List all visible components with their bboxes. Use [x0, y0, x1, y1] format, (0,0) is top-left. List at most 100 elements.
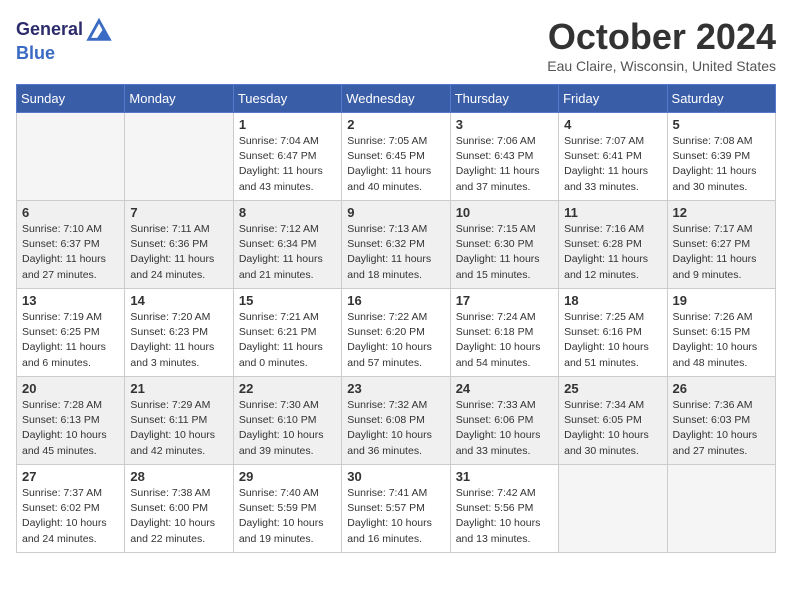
day-number: 31 — [456, 469, 553, 484]
day-number: 26 — [673, 381, 770, 396]
day-number: 2 — [347, 117, 444, 132]
day-header-tuesday: Tuesday — [233, 85, 341, 113]
calendar-week-3: 13Sunrise: 7:19 AMSunset: 6:25 PMDayligh… — [17, 289, 776, 377]
calendar-week-1: 1 Sunrise: 7:04 AMSunset: 6:47 PMDaylight… — [17, 113, 776, 201]
day-number: 9 — [347, 205, 444, 220]
day-info: Sunrise: 7:34 AMSunset: 6:05 PMDaylight:… — [564, 398, 661, 459]
day-number: 23 — [347, 381, 444, 396]
calendar-header-row: SundayMondayTuesdayWednesdayThursdayFrid… — [17, 85, 776, 113]
day-info: Sunrise: 7:36 AMSunset: 6:03 PMDaylight:… — [673, 398, 770, 459]
calendar-cell: 27 Sunrise: 7:37 AMSunset: 6:02 PMDayligh… — [17, 465, 125, 553]
day-info: Sunrise: 7:08 AMSunset: 6:39 PMDaylight:… — [673, 134, 770, 195]
day-number: 17 — [456, 293, 553, 308]
day-header-sunday: Sunday — [17, 85, 125, 113]
day-info: Sunrise: 7:20 AMSunset: 6:23 PMDaylight:… — [130, 310, 227, 371]
day-info: Sunrise: 7:40 AMSunset: 5:59 PMDaylight:… — [239, 486, 336, 547]
logo-icon — [85, 16, 113, 44]
day-number: 12 — [673, 205, 770, 220]
day-info: Sunrise: 7:07 AMSunset: 6:41 PMDaylight:… — [564, 134, 661, 195]
calendar-cell: 28 Sunrise: 7:38 AMSunset: 6:00 PMDayligh… — [125, 465, 233, 553]
day-number: 1 — [239, 117, 336, 132]
day-header-thursday: Thursday — [450, 85, 558, 113]
calendar-cell: 6 Sunrise: 7:10 AMSunset: 6:37 PMDaylight… — [17, 201, 125, 289]
calendar-week-5: 27 Sunrise: 7:37 AMSunset: 6:02 PMDayligh… — [17, 465, 776, 553]
day-info: Sunrise: 7:26 AMSunset: 6:15 PMDaylight:… — [673, 310, 770, 371]
calendar-cell: 16Sunrise: 7:22 AMSunset: 6:20 PMDayligh… — [342, 289, 450, 377]
day-info: Sunrise: 7:24 AMSunset: 6:18 PMDaylight:… — [456, 310, 553, 371]
day-info: Sunrise: 7:22 AMSunset: 6:20 PMDaylight:… — [347, 310, 444, 371]
day-number: 6 — [22, 205, 119, 220]
calendar-cell: 20 Sunrise: 7:28 AMSunset: 6:13 PMDayligh… — [17, 377, 125, 465]
logo-text: General Blue — [16, 16, 113, 64]
calendar-cell: 18Sunrise: 7:25 AMSunset: 6:16 PMDayligh… — [559, 289, 667, 377]
calendar-cell: 29 Sunrise: 7:40 AMSunset: 5:59 PMDayligh… — [233, 465, 341, 553]
day-number: 22 — [239, 381, 336, 396]
day-number: 13 — [22, 293, 119, 308]
calendar-cell: 19 Sunrise: 7:26 AMSunset: 6:15 PMDayligh… — [667, 289, 775, 377]
day-number: 28 — [130, 469, 227, 484]
day-header-saturday: Saturday — [667, 85, 775, 113]
day-info: Sunrise: 7:41 AMSunset: 5:57 PMDaylight:… — [347, 486, 444, 547]
title-block: October 2024 Eau Claire, Wisconsin, Unit… — [547, 16, 776, 74]
day-number: 11 — [564, 205, 661, 220]
day-info: Sunrise: 7:04 AMSunset: 6:47 PMDaylight:… — [239, 134, 336, 195]
day-info: Sunrise: 7:21 AMSunset: 6:21 PMDaylight:… — [239, 310, 336, 371]
calendar-cell: 31 Sunrise: 7:42 AMSunset: 5:56 PMDayligh… — [450, 465, 558, 553]
calendar-cell: 9 Sunrise: 7:13 AMSunset: 6:32 PMDaylight… — [342, 201, 450, 289]
day-number: 3 — [456, 117, 553, 132]
calendar-cell: 3 Sunrise: 7:06 AMSunset: 6:43 PMDaylight… — [450, 113, 558, 201]
calendar-cell — [559, 465, 667, 553]
calendar-cell: 11 Sunrise: 7:16 AMSunset: 6:28 PMDayligh… — [559, 201, 667, 289]
month-title: October 2024 — [547, 16, 776, 58]
day-number: 19 — [673, 293, 770, 308]
day-info: Sunrise: 7:38 AMSunset: 6:00 PMDaylight:… — [130, 486, 227, 547]
day-info: Sunrise: 7:28 AMSunset: 6:13 PMDaylight:… — [22, 398, 119, 459]
day-number: 18 — [564, 293, 661, 308]
day-number: 5 — [673, 117, 770, 132]
calendar-table: SundayMondayTuesdayWednesdayThursdayFrid… — [16, 84, 776, 553]
calendar-cell: 22Sunrise: 7:30 AMSunset: 6:10 PMDayligh… — [233, 377, 341, 465]
day-header-friday: Friday — [559, 85, 667, 113]
calendar-cell — [17, 113, 125, 201]
logo: General Blue — [16, 16, 113, 64]
day-info: Sunrise: 7:16 AMSunset: 6:28 PMDaylight:… — [564, 222, 661, 283]
day-number: 8 — [239, 205, 336, 220]
day-info: Sunrise: 7:37 AMSunset: 6:02 PMDaylight:… — [22, 486, 119, 547]
calendar-cell — [125, 113, 233, 201]
calendar-cell: 12Sunrise: 7:17 AMSunset: 6:27 PMDayligh… — [667, 201, 775, 289]
day-info: Sunrise: 7:13 AMSunset: 6:32 PMDaylight:… — [347, 222, 444, 283]
calendar-cell: 15 Sunrise: 7:21 AMSunset: 6:21 PMDayligh… — [233, 289, 341, 377]
calendar-cell: 21Sunrise: 7:29 AMSunset: 6:11 PMDayligh… — [125, 377, 233, 465]
calendar-cell: 14 Sunrise: 7:20 AMSunset: 6:23 PMDayligh… — [125, 289, 233, 377]
calendar-cell: 24Sunrise: 7:33 AMSunset: 6:06 PMDayligh… — [450, 377, 558, 465]
day-number: 15 — [239, 293, 336, 308]
calendar-cell: 10Sunrise: 7:15 AMSunset: 6:30 PMDayligh… — [450, 201, 558, 289]
day-number: 14 — [130, 293, 227, 308]
day-number: 29 — [239, 469, 336, 484]
calendar-cell: 5 Sunrise: 7:08 AMSunset: 6:39 PMDaylight… — [667, 113, 775, 201]
day-header-wednesday: Wednesday — [342, 85, 450, 113]
day-info: Sunrise: 7:06 AMSunset: 6:43 PMDaylight:… — [456, 134, 553, 195]
calendar-cell: 26 Sunrise: 7:36 AMSunset: 6:03 PMDayligh… — [667, 377, 775, 465]
page-header: General Blue October 2024 Eau Claire, Wi… — [16, 16, 776, 74]
calendar-cell: 23 Sunrise: 7:32 AMSunset: 6:08 PMDayligh… — [342, 377, 450, 465]
calendar-week-2: 6 Sunrise: 7:10 AMSunset: 6:37 PMDaylight… — [17, 201, 776, 289]
day-info: Sunrise: 7:32 AMSunset: 6:08 PMDaylight:… — [347, 398, 444, 459]
day-info: Sunrise: 7:11 AMSunset: 6:36 PMDaylight:… — [130, 222, 227, 283]
calendar-cell: 13Sunrise: 7:19 AMSunset: 6:25 PMDayligh… — [17, 289, 125, 377]
day-number: 20 — [22, 381, 119, 396]
day-number: 30 — [347, 469, 444, 484]
calendar-cell: 1 Sunrise: 7:04 AMSunset: 6:47 PMDaylight… — [233, 113, 341, 201]
day-info: Sunrise: 7:29 AMSunset: 6:11 PMDaylight:… — [130, 398, 227, 459]
day-number: 4 — [564, 117, 661, 132]
day-number: 7 — [130, 205, 227, 220]
calendar-cell — [667, 465, 775, 553]
day-info: Sunrise: 7:42 AMSunset: 5:56 PMDaylight:… — [456, 486, 553, 547]
location: Eau Claire, Wisconsin, United States — [547, 58, 776, 74]
calendar-cell: 17 Sunrise: 7:24 AMSunset: 6:18 PMDayligh… — [450, 289, 558, 377]
day-header-monday: Monday — [125, 85, 233, 113]
day-info: Sunrise: 7:10 AMSunset: 6:37 PMDaylight:… — [22, 222, 119, 283]
day-number: 27 — [22, 469, 119, 484]
day-number: 10 — [456, 205, 553, 220]
day-info: Sunrise: 7:12 AMSunset: 6:34 PMDaylight:… — [239, 222, 336, 283]
